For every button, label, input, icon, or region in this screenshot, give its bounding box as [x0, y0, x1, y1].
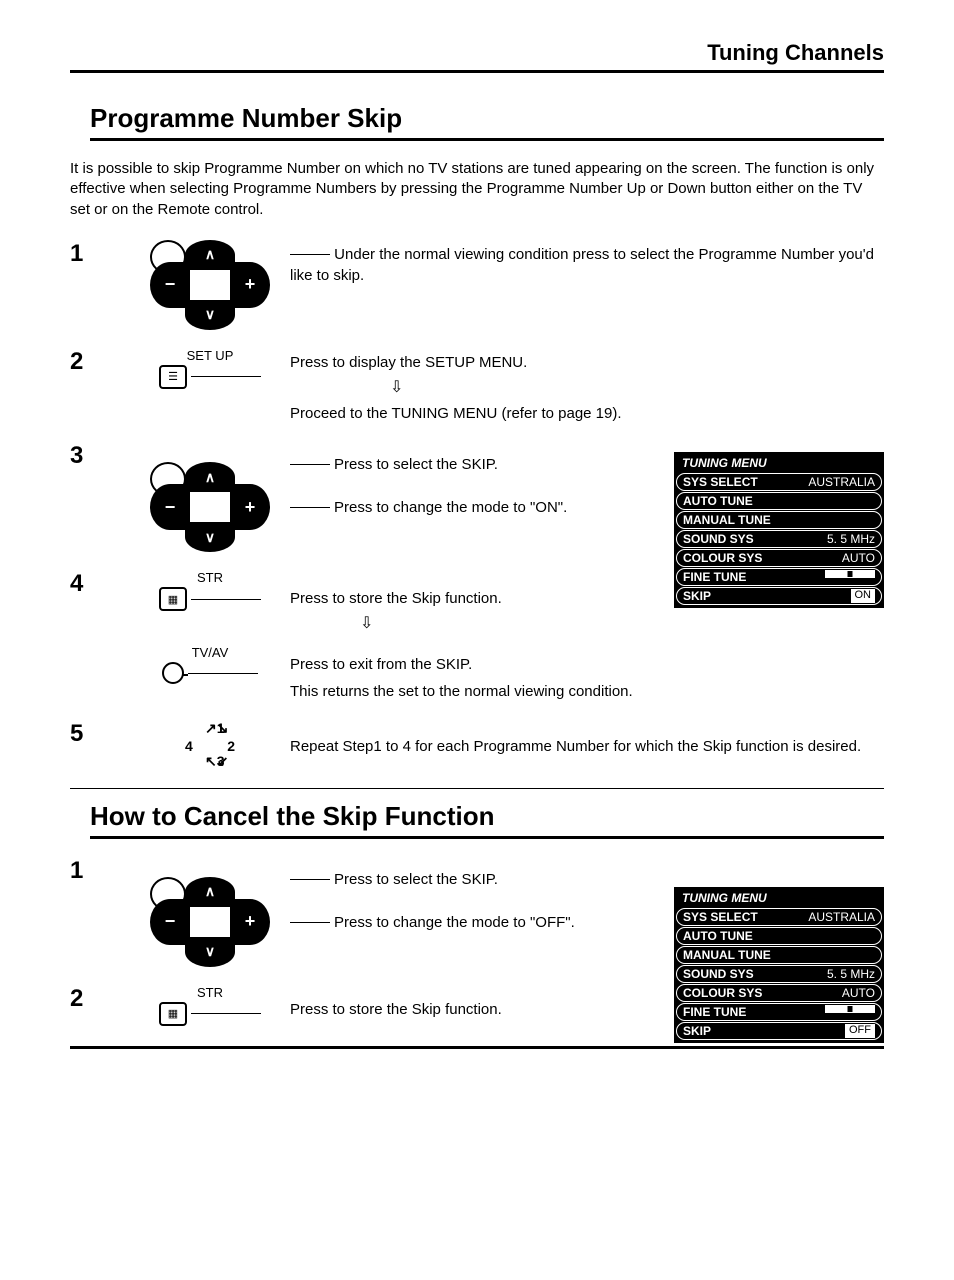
tvav-button-icon: [162, 662, 184, 684]
step-2-text2: Proceed to the TUNING MENU (refer to pag…: [290, 403, 884, 424]
step-4-text1: Press to store the Skip function.: [290, 588, 884, 609]
repeat-cycle-icon: ↗1↘ 4 2 ↖3↙: [185, 720, 235, 770]
setup-label: SET UP: [187, 348, 234, 363]
step-number: 1: [70, 857, 130, 885]
step-4-text3: This returns the set to the normal viewi…: [290, 681, 884, 702]
section-title-cancel: How to Cancel the Skip Function: [90, 801, 884, 839]
leader-line: [188, 673, 258, 674]
step-1: 1 ∧ ∨ − + Under the normal viewing condi…: [70, 240, 884, 330]
step-3: 3 ∧ ∨ − + Press to select the SKIP. Pres…: [70, 442, 884, 552]
cancel-step-2: 2 STR ▦ Press to store the Skip function…: [70, 985, 884, 1026]
step-2-text1: Press to display the SETUP MENU.: [290, 352, 884, 373]
step-number: 2: [70, 985, 130, 1013]
step-3-text2: Press to change the mode to "ON".: [334, 497, 567, 518]
leader-line: [191, 599, 261, 600]
cancel-step-1: 1 ∧ ∨ − + Press to select the SKIP. Pres…: [70, 857, 884, 967]
leader-line: [290, 879, 330, 880]
step-5-text: Repeat Step1 to 4 for each Programme Num…: [290, 738, 861, 755]
step-number: 1: [70, 240, 130, 268]
str-button-icon: ▦: [159, 587, 187, 611]
cancel-1-text2: Press to change the mode to "OFF".: [334, 912, 575, 933]
step-number: 2: [70, 348, 130, 376]
leader-line: [290, 254, 330, 255]
dpad-icon: ∧ ∨ − +: [150, 240, 270, 330]
leader-line: [290, 507, 330, 508]
menu-title: TUNING MENU: [676, 889, 882, 907]
section-title-skip: Programme Number Skip: [90, 103, 884, 141]
page-header: Tuning Channels: [70, 40, 884, 73]
step-number: 4: [70, 570, 130, 598]
step-2: 2 SET UP ☰ Press to display the SETUP ME…: [70, 348, 884, 424]
tvav-label: TV/AV: [192, 645, 229, 660]
cancel-2-text: Press to store the Skip function.: [290, 1001, 502, 1018]
step-3-text1: Press to select the SKIP.: [334, 454, 498, 475]
leader-line: [191, 376, 261, 377]
leader-line: [191, 1013, 261, 1014]
leader-line: [290, 464, 330, 465]
str-label: STR: [197, 570, 223, 585]
step-5: 5 ↗1↘ 4 2 ↖3↙ Repeat Step1 to 4 for each…: [70, 720, 884, 770]
arrow-down-icon: ⇩: [360, 613, 373, 635]
dpad-icon: ∧ ∨ − +: [150, 462, 270, 552]
step-number: 3: [70, 442, 130, 470]
step-4-text2: Press to exit from the SKIP.: [290, 654, 884, 675]
step-1-text: Under the normal viewing condition press…: [290, 246, 874, 284]
cancel-1-text1: Press to select the SKIP.: [334, 869, 498, 890]
leader-line: [290, 922, 330, 923]
menu-title: TUNING MENU: [676, 454, 882, 472]
setup-button-icon: ☰: [159, 365, 187, 389]
dpad-icon: ∧ ∨ − +: [150, 877, 270, 967]
step-number: 5: [70, 720, 130, 748]
str-label: STR: [197, 985, 223, 1000]
intro-text: It is possible to skip Programme Number …: [70, 159, 884, 220]
str-button-icon: ▦: [159, 1002, 187, 1026]
arrow-down-icon: ⇩: [390, 377, 403, 399]
step-4: 4 STR ▦ TV/AV Press to store the Skip fu…: [70, 570, 884, 701]
